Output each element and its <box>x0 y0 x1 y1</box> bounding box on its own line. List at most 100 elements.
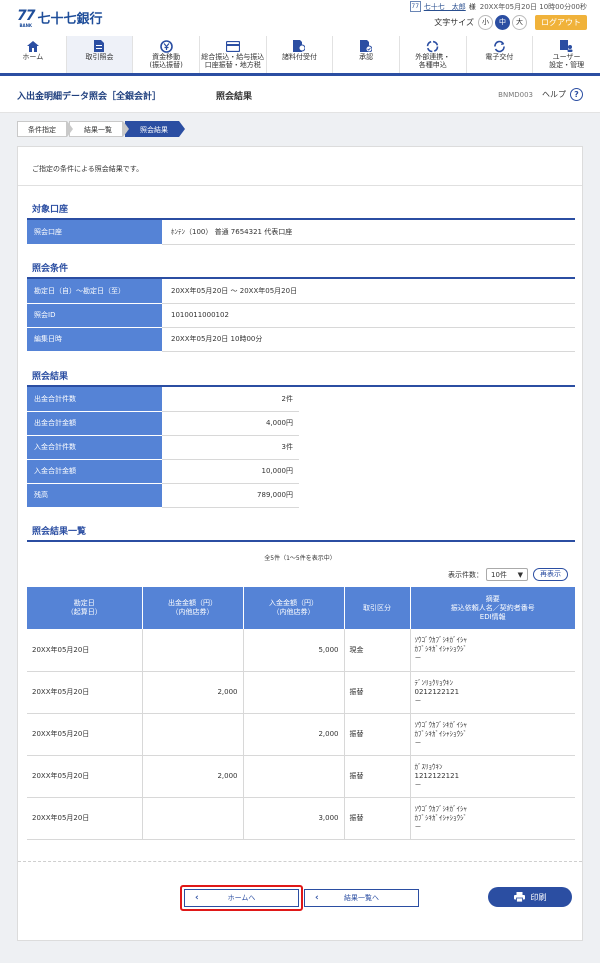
document-icon <box>91 39 107 53</box>
cell-type: 振替 <box>344 671 411 714</box>
bank-logo[interactable]: 77 BANK 七十七銀行 <box>17 8 103 28</box>
help-link[interactable]: ヘルプ ? <box>542 88 583 101</box>
divider <box>18 185 582 186</box>
global-nav: ホーム 取引照会 資金移動 (振込振替) 総合振込・給与振込 口座振替・地方税 … <box>0 36 600 76</box>
results-list-button-label: 結果一覧へ <box>344 894 379 902</box>
nav-label: 電子交付 <box>485 53 514 61</box>
row-value: 4,000円 <box>162 411 299 436</box>
user-name-link[interactable]: 七十七 太郎 <box>424 2 466 12</box>
nav-label: ホーム <box>22 53 44 61</box>
header: 77 BANK 七十七銀行 77 七十七 太郎 様 20XX年05月20日 10… <box>0 0 600 36</box>
breadcrumb-step-list: 結果一覧 <box>69 121 129 137</box>
screen-id: BNMD003 <box>498 91 533 99</box>
home-button-label: ホームへ <box>227 894 256 902</box>
row-label: 編集日時 <box>27 327 162 352</box>
nav-external-link[interactable]: 外部連携・ 各種申込 <box>400 36 467 73</box>
font-large-button[interactable]: 大 <box>512 15 527 30</box>
home-button[interactable]: ‹ ホームへ <box>184 889 299 907</box>
font-size-label: 文字サイズ <box>434 18 474 27</box>
row-value: 10,000円 <box>162 459 299 484</box>
page-subtitle: 照会結果 <box>216 92 253 102</box>
memo-line: － <box>414 738 422 747</box>
row-label: 出金合計金額 <box>27 411 162 436</box>
row-value: 2件 <box>162 387 299 412</box>
cell-withdrawal <box>142 797 244 840</box>
memo-line: 1212122121 <box>414 771 460 780</box>
cell-type: 振替 <box>344 713 411 756</box>
help-label: ヘルプ <box>542 90 566 99</box>
results-table: 勘定日 （起算日） 出金金額（円） （内他店券） 入金金額（円） （内他店券） … <box>27 587 575 840</box>
breadcrumb-step-result: 照会結果 <box>125 121 185 137</box>
memo-line: － <box>414 654 422 663</box>
column-header: 入金金額（円） （内他店券） <box>243 587 345 629</box>
print-button[interactable]: 印刷 <box>488 887 572 907</box>
nav-approval[interactable]: 承認 <box>333 36 400 73</box>
row-value: 20XX年05月20日 ～ 20XX年05月20日 <box>162 279 575 304</box>
memo-line: ｶﾌﾞｼｷｶﾞｲｼｬｼｮｳｼﾞ <box>414 813 468 822</box>
nav-bulk-transfer[interactable]: 総合振込・給与振込 口座振替・地方税 <box>200 36 267 73</box>
nav-fee-reception[interactable]: 諸料付受付 <box>267 36 334 73</box>
row-label: 入金合計金額 <box>27 459 162 484</box>
memo-line: 0212122121 <box>414 687 460 696</box>
table-row: 出金合計件数 2件 <box>27 387 299 412</box>
redisplay-button[interactable]: 再表示 <box>533 568 568 581</box>
cycle-icon <box>491 39 507 53</box>
table-header-row: 勘定日 （起算日） 出金金額（円） （内他店券） 入金金額（円） （内他店券） … <box>27 587 575 629</box>
logo-mark: 77 BANK <box>17 8 36 28</box>
table-row: 照会ID 1010011000102 <box>27 303 575 328</box>
section-rule <box>27 540 575 542</box>
row-value: 1010011000102 <box>162 303 575 328</box>
nav-inquiry[interactable]: 取引照会 <box>66 36 134 73</box>
page-size-select[interactable]: 10件 ▼ <box>486 568 528 581</box>
cell-date: 20XX年05月20日 <box>27 713 143 756</box>
page-size-value: 10件 <box>491 570 507 579</box>
target-account-table: 照会口座 ﾎﾝﾃﾝ（100） 普通 7654321 代表口座 <box>27 220 575 245</box>
person-doc-icon <box>291 39 307 53</box>
cell-type: 振替 <box>344 797 411 840</box>
section-title-results: 照会結果一覧 <box>32 527 87 537</box>
memo-line: － <box>414 780 422 789</box>
summary-table: 出金合計件数 2件 出金合計金額 4,000円 入金合計件数 3件 入金合計金額… <box>27 387 299 508</box>
print-button-label: 印刷 <box>530 892 547 902</box>
nav-e-delivery[interactable]: 電子交付 <box>467 36 534 73</box>
nav-label: ユーザー 設定・管理 <box>549 53 585 69</box>
row-label: 出金合計件数 <box>27 387 162 412</box>
result-count: 全5件（1～5件を表示中） <box>264 555 336 562</box>
row-value: 3件 <box>162 435 299 460</box>
users-icon <box>559 39 575 53</box>
row-label: 照会口座 <box>27 220 162 245</box>
last-login: 20XX年05月20日 10時00分00秒 <box>479 2 587 11</box>
row-value: 789,000円 <box>162 483 299 508</box>
cell-memo: ﾃﾞﾝﾘｮｸﾘｮｳｷﾝ 0212122121 － <box>410 671 575 714</box>
table-row: 入金合計件数 3件 <box>27 435 299 460</box>
table-row: 20XX年05月20日 2,000 振替 ﾃﾞﾝﾘｮｸﾘｮｳｷﾝ 0212122… <box>27 671 575 714</box>
cell-withdrawal: 2,000 <box>142 671 244 714</box>
help-icon: ? <box>570 88 583 101</box>
breadcrumb: 条件指定 結果一覧 照会結果 <box>17 121 185 137</box>
cell-deposit <box>243 671 345 714</box>
table-row: 入金合計金額 10,000円 <box>27 459 299 484</box>
font-medium-button[interactable]: 中 <box>495 15 510 30</box>
user-info: 77 七十七 太郎 様 20XX年05月20日 10時00分00秒 <box>409 1 587 12</box>
nav-fund-transfer[interactable]: 資金移動 (振込振替) <box>133 36 200 73</box>
row-value: 20XX年05月20日 10時00分 <box>162 327 575 352</box>
nav-home[interactable]: ホーム <box>0 36 67 73</box>
font-small-button[interactable]: 小 <box>478 15 493 30</box>
table-row: 20XX年05月20日 3,000 振替 ｿｳｺﾞｳｶﾌﾞｼｷｶﾞｲｼｬ ｶﾌﾞ… <box>27 797 575 840</box>
column-header: 勘定日 （起算日） <box>27 587 143 629</box>
cell-deposit <box>243 755 345 798</box>
cell-type: 現金 <box>344 629 411 672</box>
link-icon <box>425 39 441 53</box>
section-title-conditions: 照会条件 <box>32 264 69 274</box>
font-size-controls: 文字サイズ 小 中 大 ログアウト <box>434 15 587 30</box>
nav-user-settings[interactable]: ユーザー 設定・管理 <box>533 36 600 73</box>
table-row: 編集日時 20XX年05月20日 10時00分 <box>27 327 575 352</box>
cell-date: 20XX年05月20日 <box>27 755 143 798</box>
logout-button[interactable]: ログアウト <box>535 15 587 30</box>
column-header: 摘要 振込依頼人名／契約者番号 EDI情報 <box>410 587 575 629</box>
user-suffix: 様 <box>468 2 476 11</box>
memo-line: ﾃﾞﾝﾘｮｸﾘｮｳｷﾝ <box>414 678 454 687</box>
logo-77: 77 <box>17 8 36 24</box>
memo-line: ｶﾞｽﾘｮｳｷﾝ <box>414 762 443 771</box>
results-list-button[interactable]: ‹ 結果一覧へ <box>304 889 419 907</box>
